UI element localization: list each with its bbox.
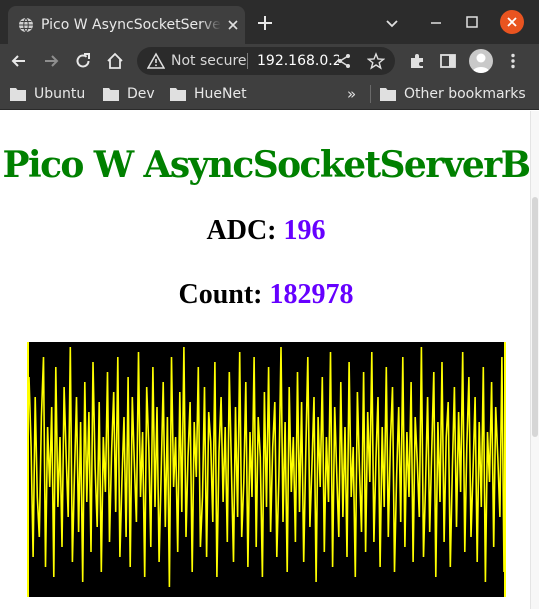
- bookmark-ubuntu[interactable]: Ubuntu: [10, 84, 85, 104]
- folder-icon: [380, 88, 396, 101]
- browser-tab[interactable]: Pico W AsyncSocketServerB: [8, 6, 245, 44]
- share-icon[interactable]: [335, 52, 353, 70]
- globe-icon: [19, 17, 33, 33]
- close-icon: [507, 17, 517, 27]
- new-tab-icon[interactable]: [256, 14, 274, 32]
- bookmark-label: Ubuntu: [34, 86, 86, 102]
- reload-icon[interactable]: [73, 51, 93, 71]
- address-bar[interactable]: Not secure 192.168.0.21: [137, 47, 395, 75]
- warning-icon[interactable]: [147, 52, 165, 70]
- folder-icon: [10, 88, 26, 101]
- other-bookmarks-label: Other bookmarks: [404, 86, 526, 102]
- folder-icon: [103, 88, 119, 101]
- extensions-icon[interactable]: [407, 51, 427, 71]
- url-text[interactable]: 192.168.0.21: [257, 51, 339, 71]
- address-divider: [247, 53, 248, 69]
- waveform-line: [29, 346, 504, 588]
- tab-title: Pico W AsyncSocketServerB: [41, 17, 221, 33]
- bookmark-label: Dev: [127, 86, 155, 102]
- bookmarks-bar: Ubuntu Dev HueNet » Other bookmarks: [0, 78, 539, 110]
- page-scrollbar[interactable]: [530, 111, 539, 609]
- bookmarks-divider: [370, 85, 371, 103]
- adc-value: 196: [283, 215, 326, 246]
- page-title: Pico W AsyncSocketServerB: [2, 144, 531, 186]
- adc-waveform-plot: [27, 342, 506, 597]
- scrollbar-thumb[interactable]: [532, 197, 538, 437]
- adc-label: ADC:: [206, 215, 277, 246]
- bookmark-dev[interactable]: Dev: [103, 84, 155, 104]
- waveform-svg: [29, 346, 504, 588]
- person-icon: [472, 53, 490, 73]
- folder-icon: [170, 88, 186, 101]
- side-panel-icon[interactable]: [438, 51, 458, 71]
- bookmarks-overflow-button[interactable]: »: [347, 85, 361, 103]
- count-value: 182978: [269, 279, 354, 310]
- other-bookmarks[interactable]: Other bookmarks: [380, 84, 526, 104]
- window-close-button[interactable]: [500, 10, 524, 34]
- adc-readout: ADC: 196: [0, 215, 532, 247]
- count-label: Count:: [178, 279, 263, 310]
- star-icon[interactable]: [367, 52, 385, 70]
- tab-title-fade: [201, 15, 221, 35]
- bookmark-huenet[interactable]: HueNet: [170, 84, 247, 104]
- count-readout: Count: 182978: [0, 279, 532, 311]
- home-icon[interactable]: [105, 51, 125, 71]
- security-status[interactable]: Not secure: [171, 51, 247, 71]
- bookmark-label: HueNet: [194, 86, 247, 102]
- toolbar: Not secure 192.168.0.21: [0, 44, 539, 78]
- close-tab-icon[interactable]: [226, 18, 240, 32]
- kebab-menu-icon[interactable]: [503, 51, 523, 71]
- page-content: Pico W AsyncSocketServerB ADC: 196 Count…: [0, 111, 539, 609]
- minimize-icon[interactable]: [427, 13, 445, 31]
- profile-avatar[interactable]: [469, 49, 493, 73]
- forward-arrow-icon[interactable]: [41, 51, 61, 71]
- maximize-icon[interactable]: [463, 13, 481, 31]
- tab-strip: Pico W AsyncSocketServerB: [0, 0, 539, 44]
- back-arrow-icon[interactable]: [9, 51, 29, 71]
- chevron-down-icon[interactable]: [384, 15, 400, 31]
